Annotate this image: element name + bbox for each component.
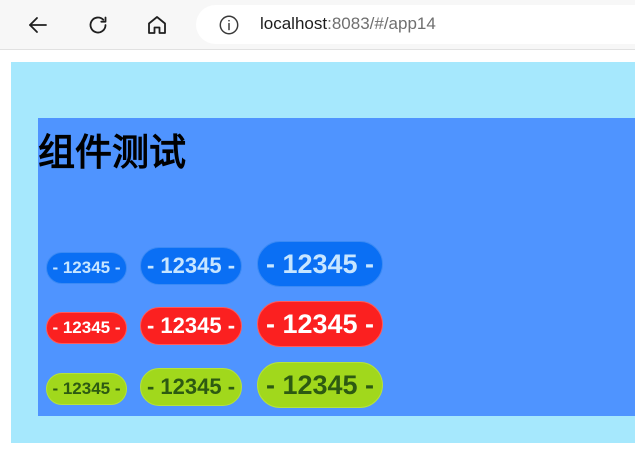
component-test-panel: 组件测试 - 12345 - - 12345 - - 12345 - - 123… xyxy=(38,118,635,416)
back-button[interactable] xyxy=(22,9,54,41)
url-host: localhost xyxy=(260,14,328,33)
home-icon xyxy=(148,16,166,34)
blue-large-button[interactable]: - 12345 - xyxy=(257,241,383,287)
url-path: :8083/#/app14 xyxy=(327,14,436,33)
address-bar[interactable]: localhost:8083/#/app14 xyxy=(196,5,635,44)
red-medium-button[interactable]: - 12345 - xyxy=(140,307,242,345)
browser-toolbar: localhost:8083/#/app14 xyxy=(0,0,635,50)
blue-medium-button[interactable]: - 12345 - xyxy=(140,247,242,285)
red-small-button[interactable]: - 12345 - xyxy=(46,312,127,344)
page-title: 组件测试 xyxy=(38,132,186,173)
red-large-button[interactable]: - 12345 - xyxy=(257,301,383,347)
home-button[interactable] xyxy=(141,9,173,41)
reload-button[interactable] xyxy=(82,9,114,41)
blue-small-button[interactable]: - 12345 - xyxy=(46,252,127,284)
url-text[interactable]: localhost:8083/#/app14 xyxy=(260,14,436,34)
green-small-button[interactable]: - 12345 - xyxy=(46,373,127,405)
green-large-button[interactable]: - 12345 - xyxy=(257,362,383,408)
page-container: 组件测试 - 12345 - - 12345 - - 12345 - - 123… xyxy=(11,62,635,443)
green-medium-button[interactable]: - 12345 - xyxy=(140,368,242,406)
arrow-left-icon xyxy=(29,17,47,33)
info-icon[interactable] xyxy=(218,14,240,36)
reload-icon xyxy=(89,16,107,34)
